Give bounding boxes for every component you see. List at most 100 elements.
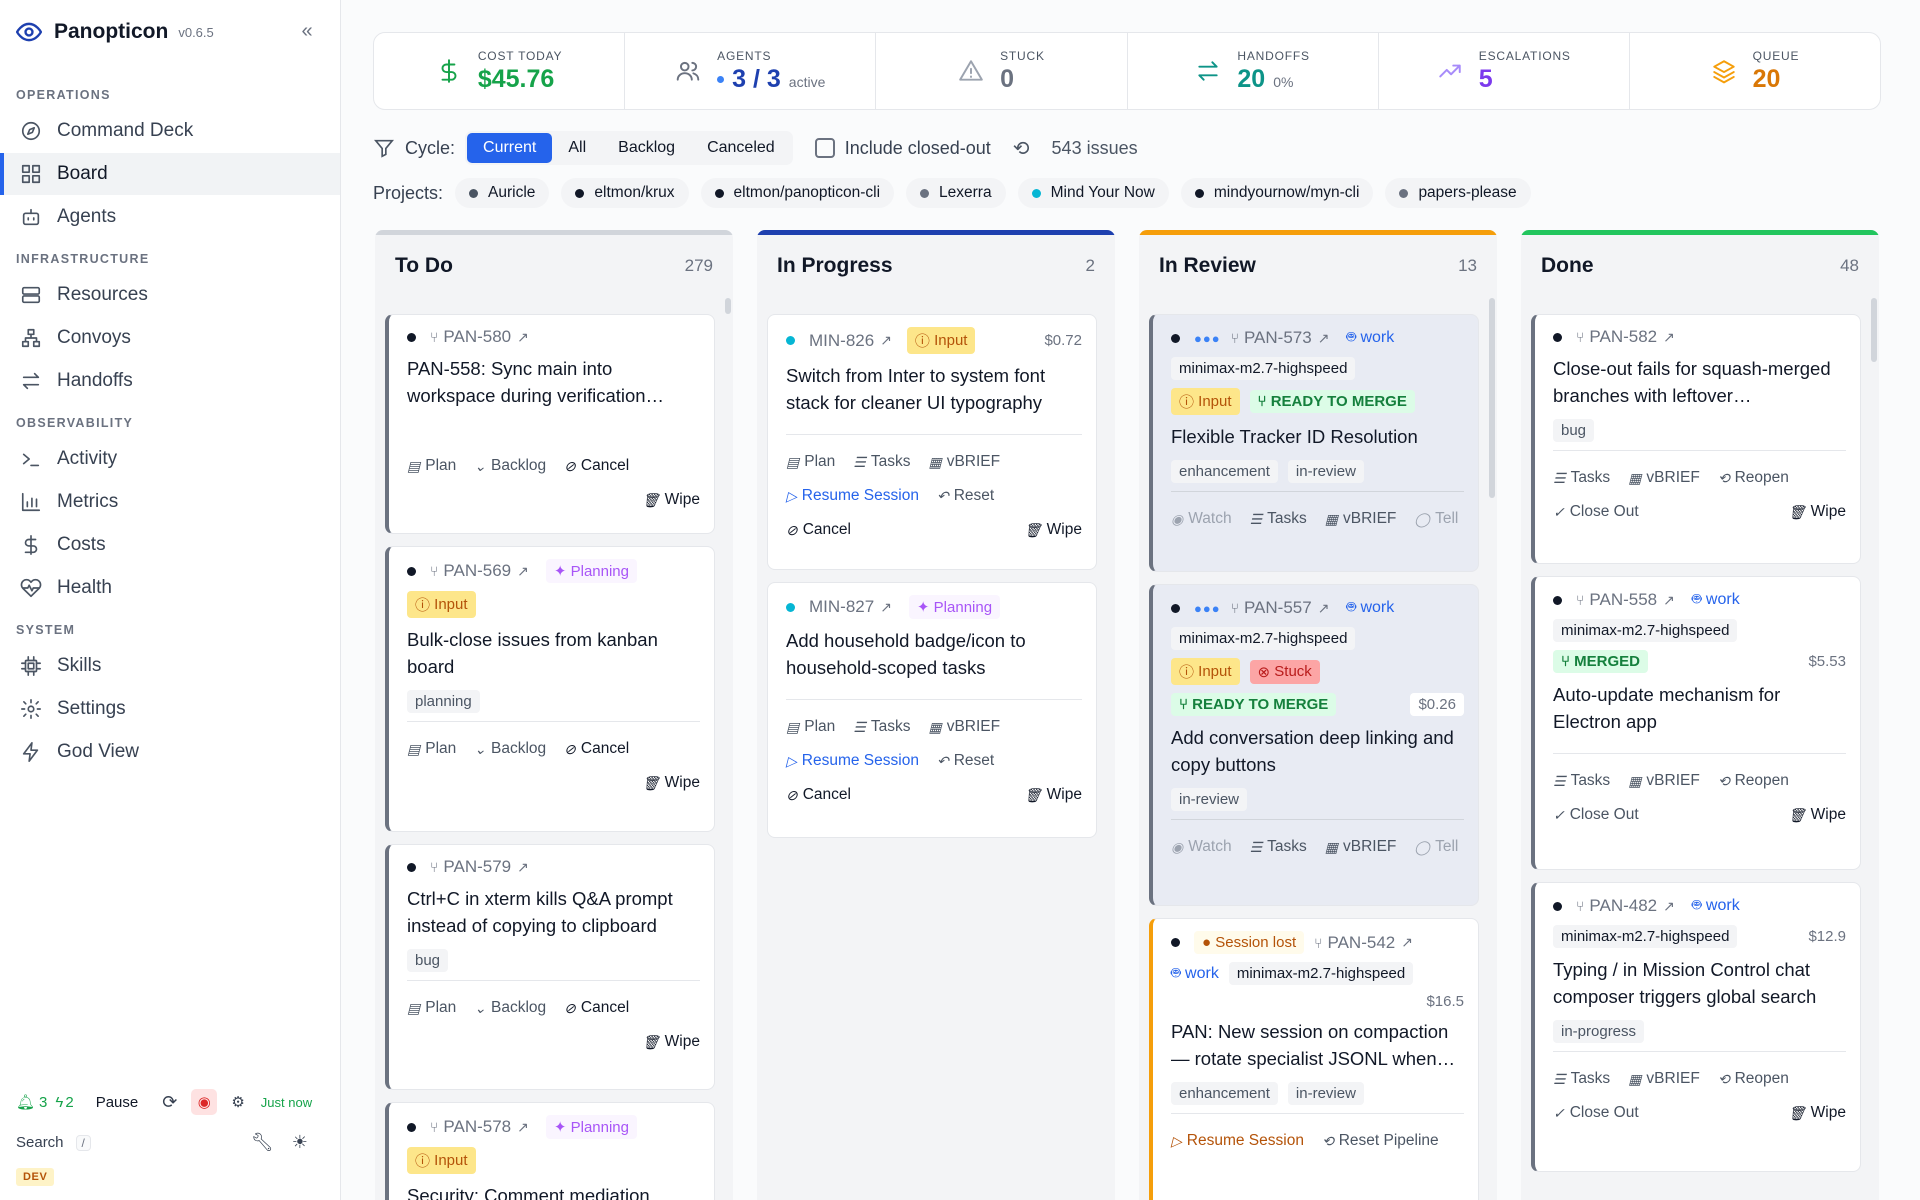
issue-card[interactable]: ●●● ⑂ PAN-557 ↗ 🤖︎ work minimax-m2.7-highspe… [1149, 584, 1479, 906]
sidebar-item-metrics[interactable]: Metrics [0, 481, 340, 523]
issue-card[interactable]: ●●● ⑂ PAN-573 ↗ 🤖︎ work minimax-m2.7-highspe… [1149, 314, 1479, 572]
issue-id[interactable]: PAN-482 [1589, 896, 1657, 916]
tasks-button[interactable]: ☰ Tasks [1553, 469, 1610, 487]
wipe-button[interactable]: 🗑︎ Wipe [1788, 806, 1846, 824]
issue-card[interactable]: ⑂ PAN-558 ↗ 🤖︎ work minimax-m2.7-highspeed … [1531, 576, 1861, 870]
vbrief-button[interactable]: ▦ vBRIEF [1628, 469, 1700, 487]
reopen-button[interactable]: ⟲ Reopen [1718, 469, 1789, 487]
resume-session-button[interactable]: ▷ Resume Session [786, 752, 919, 770]
issue-id[interactable]: PAN-573 [1244, 328, 1312, 348]
sidebar-item-god-view[interactable]: God View [0, 731, 340, 773]
reset-button[interactable]: ↶ Reset [937, 487, 994, 505]
refresh-icon[interactable]: ⟳ [162, 1092, 177, 1113]
sidebar-item-convoys[interactable]: Convoys [0, 317, 340, 359]
resume-session-button[interactable]: ▷ Resume Session [786, 487, 919, 505]
wipe-button[interactable]: 🗑︎ Wipe [1024, 786, 1082, 804]
reopen-button[interactable]: ⟲ Reopen [1718, 772, 1789, 790]
reopen-button[interactable]: ⟲ Reopen [1718, 1070, 1789, 1088]
issue-card[interactable]: ⑂ PAN-579 ↗ Ctrl+C in xterm kills Q&A prom… [385, 844, 715, 1090]
issue-id[interactable]: PAN-569 [443, 561, 511, 581]
bell-icon[interactable]: 🔔︎ [16, 1093, 35, 1111]
tell-button[interactable]: ◯ Tell [1414, 838, 1458, 856]
wipe-button[interactable]: 🗑︎ Wipe [1024, 521, 1082, 539]
issue-id[interactable]: PAN-578 [443, 1117, 511, 1137]
sidebar-item-activity[interactable]: Activity [0, 438, 340, 480]
stat-queue[interactable]: QUEUE 20 [1630, 33, 1880, 109]
issue-id[interactable]: PAN-582 [1589, 327, 1657, 347]
cancel-button[interactable]: ⊘ Cancel [786, 521, 851, 539]
stat-handoffs[interactable]: HANDOFFS 20 0% [1128, 33, 1379, 109]
close-out-button[interactable]: ✓ Close Out [1553, 503, 1639, 521]
reset-icon[interactable]: ⟲ [1013, 136, 1030, 161]
tasks-button[interactable]: ☰ Tasks [1250, 510, 1307, 528]
external-link-icon[interactable]: ↗ [1663, 898, 1675, 915]
sidebar-item-settings[interactable]: Settings [0, 688, 340, 730]
reset-pipeline-button[interactable]: ⟲ Reset Pipeline [1322, 1132, 1439, 1150]
issue-card[interactable]: ⑂ PAN-582 ↗ Close-out fails for squash-mer… [1531, 314, 1861, 564]
vbrief-button[interactable]: ▦ vBRIEF [928, 453, 1000, 471]
project-chip[interactable]: Mind Your Now [1017, 178, 1169, 208]
vbrief-button[interactable]: ▦ vBRIEF [1325, 510, 1397, 528]
external-link-icon[interactable]: ↗ [1318, 330, 1330, 347]
tasks-button[interactable]: ☰ Tasks [853, 718, 910, 736]
wipe-button[interactable]: 🗑︎ Wipe [1788, 1104, 1846, 1122]
cancel-button[interactable]: ⊘ Cancel [564, 740, 629, 758]
issue-id[interactable]: PAN-579 [443, 857, 511, 877]
tasks-button[interactable]: ☰ Tasks [1250, 838, 1307, 856]
plan-button[interactable]: ▤ Plan [786, 718, 835, 736]
issue-id[interactable]: PAN-557 [1244, 598, 1312, 618]
external-link-icon[interactable]: ↗ [880, 332, 892, 349]
issue-id[interactable]: PAN-542 [1328, 933, 1396, 953]
sidebar-item-skills[interactable]: Skills [0, 645, 340, 687]
issue-id[interactable]: MIN-826 [809, 331, 874, 351]
issue-id[interactable]: PAN-558 [1589, 590, 1657, 610]
tasks-button[interactable]: ☰ Tasks [1553, 1070, 1610, 1088]
cycle-current-button[interactable]: Current [467, 133, 553, 163]
sidebar-item-costs[interactable]: Costs [0, 524, 340, 566]
issue-id[interactable]: PAN-580 [443, 327, 511, 347]
stat-stuck[interactable]: STUCK 0 [876, 33, 1128, 109]
cycle-all-button[interactable]: All [552, 133, 602, 163]
include-closed-checkbox[interactable] [814, 138, 835, 158]
project-chip[interactable]: eltmon/krux [561, 178, 689, 208]
cancel-button[interactable]: ⊘ Cancel [564, 457, 629, 475]
cycle-canceled-button[interactable]: Canceled [691, 133, 791, 163]
issue-card[interactable]: ⑂ PAN-578 ↗ ✦ Planning ⓘ Input Security: Co… [385, 1102, 715, 1200]
external-link-icon[interactable]: ↗ [1663, 592, 1675, 609]
external-link-icon[interactable]: ↗ [1663, 329, 1675, 346]
cancel-button[interactable]: ⊘ Cancel [786, 786, 851, 804]
sidebar-item-board[interactable]: Board [0, 153, 340, 195]
external-link-icon[interactable]: ↗ [880, 599, 892, 616]
issue-card[interactable]: ● Session lost ⑂ PAN-542 ↗ 🤖︎ work minimax-m… [1149, 918, 1479, 1200]
stat-escalations[interactable]: ESCALATIONS 5 [1379, 33, 1630, 109]
project-chip[interactable]: eltmon/panopticon-cli [700, 178, 895, 208]
issue-card[interactable]: ⑂ PAN-569 ↗ ✦ Planning ⓘ Input Bulk-close i… [385, 546, 715, 832]
project-chip[interactable]: Lexerra [906, 178, 1006, 208]
issue-card[interactable]: ⑂ PAN-482 ↗ 🤖︎ work minimax-m2.7-highspeed $… [1531, 882, 1861, 1172]
external-link-icon[interactable]: ↗ [1401, 934, 1413, 951]
issue-card[interactable]: MIN-827 ↗ ✦ Planning Add household badge/i… [767, 582, 1097, 838]
issue-id[interactable]: MIN-827 [809, 597, 874, 617]
backlog-button[interactable]: ⌄ Backlog [474, 999, 546, 1017]
sidebar-item-health[interactable]: Health [0, 567, 340, 609]
wrench-icon[interactable]: 🔧︎ [251, 1132, 274, 1153]
backlog-button[interactable]: ⌄ Backlog [474, 457, 546, 475]
vbrief-button[interactable]: ▦ vBRIEF [928, 718, 1000, 736]
sidebar-item-resources[interactable]: Resources [0, 274, 340, 316]
close-out-button[interactable]: ✓ Close Out [1553, 806, 1639, 824]
backlog-button[interactable]: ⌄ Backlog [474, 740, 546, 758]
external-link-icon[interactable]: ↗ [517, 329, 529, 346]
wipe-button[interactable]: 🗑︎ Wipe [642, 1033, 700, 1051]
cycle-backlog-button[interactable]: Backlog [602, 133, 691, 163]
reset-button[interactable]: ↶ Reset [937, 752, 994, 770]
cancel-button[interactable]: ⊘ Cancel [564, 999, 629, 1017]
wipe-button[interactable]: 🗑︎ Wipe [642, 491, 700, 509]
tasks-button[interactable]: ☰ Tasks [853, 453, 910, 471]
collapse-sidebar-icon[interactable]: « [296, 20, 318, 42]
stat-agents[interactable]: AGENTS 3 / 3 active [625, 33, 877, 109]
pause-button[interactable]: Pause [96, 1094, 139, 1111]
vbrief-button[interactable]: ▦ vBRIEF [1628, 1070, 1700, 1088]
external-link-icon[interactable]: ↗ [517, 1119, 529, 1136]
sidebar-item-command-deck[interactable]: Command Deck [0, 110, 340, 152]
plan-button[interactable]: ▤ Plan [407, 740, 456, 758]
